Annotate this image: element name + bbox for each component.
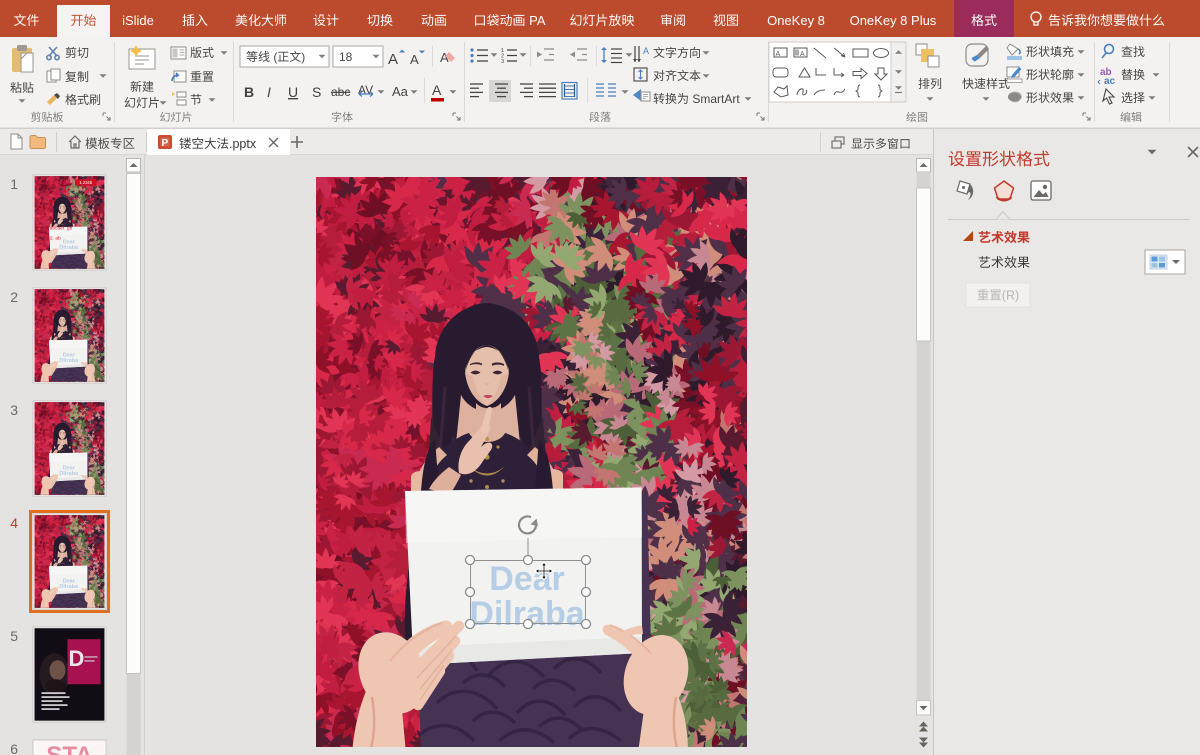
svg-text:A: A [410, 52, 419, 67]
svg-text:A: A [432, 82, 442, 98]
svg-text:): ) [301, 50, 305, 64]
svg-text:(R): (R) [1002, 289, 1019, 303]
svg-text:iSlide: iSlide [122, 13, 154, 28]
svg-text:STA: STA [46, 742, 92, 755]
svg-text:Aa: Aa [392, 84, 409, 99]
svg-text:PA: PA [526, 13, 546, 28]
svg-text:OneKey 8: OneKey 8 [767, 13, 825, 28]
svg-text:OneKey 8 Plus: OneKey 8 Plus [850, 13, 937, 28]
svg-text:3: 3 [501, 59, 504, 65]
svg-text:A: A [800, 51, 805, 58]
svg-text:2: 2 [10, 289, 18, 305]
svg-text:A: A [776, 51, 781, 58]
svg-text:1.2345: 1.2345 [79, 180, 93, 185]
svg-text:1: 1 [10, 176, 18, 192]
svg-text:A: A [388, 51, 398, 68]
svg-text:5: 5 [10, 628, 18, 644]
svg-text:1. abcdef. gh: 1. abcdef. gh [44, 226, 72, 232]
svg-text:S: S [312, 84, 321, 100]
svg-text:ac: ac [1104, 76, 1116, 87]
svg-text:18: 18 [339, 50, 353, 64]
svg-text:P: P [162, 138, 169, 149]
svg-text:SmartArt: SmartArt [689, 92, 740, 106]
svg-text:6: 6 [10, 741, 18, 755]
svg-text:B: B [244, 84, 254, 100]
svg-text:(: ( [270, 50, 277, 64]
svg-text:D: D [69, 646, 85, 671]
svg-text:.pptx: .pptx [229, 137, 257, 151]
svg-text:abc: abc [331, 85, 350, 99]
svg-text:4: 4 [10, 515, 18, 531]
svg-text:I: I [267, 84, 271, 100]
svg-text:3: 3 [10, 402, 18, 418]
svg-text:A: A [643, 46, 649, 56]
svg-text:U: U [288, 84, 298, 100]
svg-text:2. ab: 2. ab [50, 235, 61, 241]
